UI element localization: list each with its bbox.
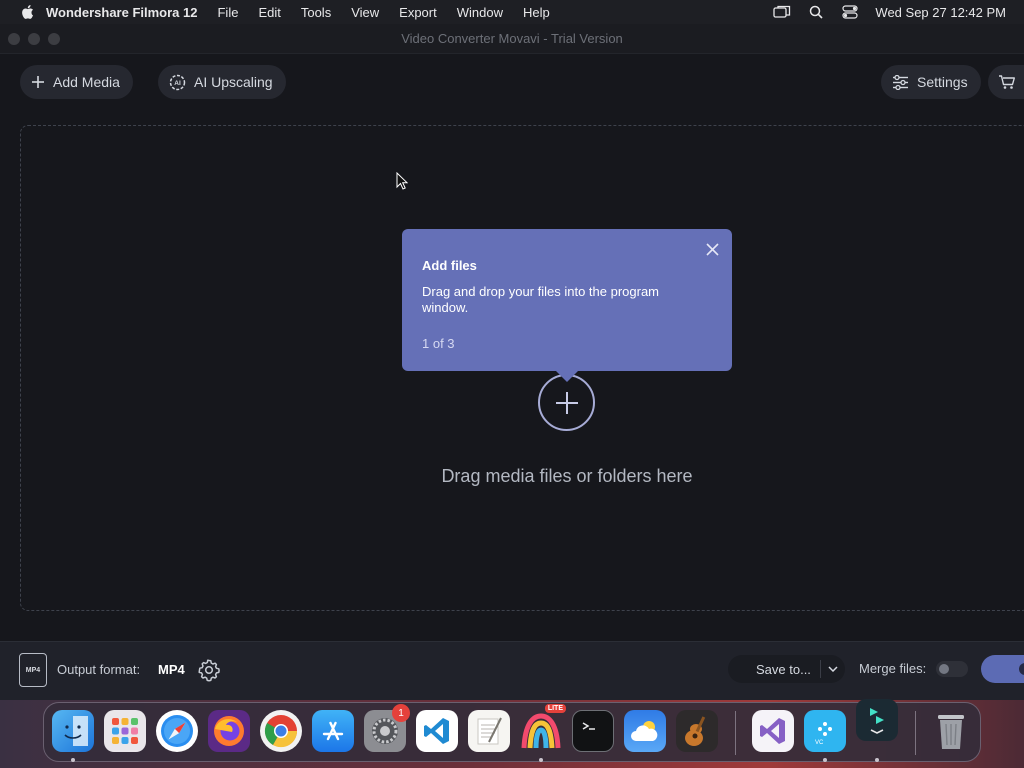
finder-running-dot [71,758,75,762]
vc-app-icon[interactable]: VC [804,710,846,752]
settings-label: Settings [917,74,968,90]
add-media-label: Add Media [53,74,120,90]
vscode-icon[interactable] [416,710,458,752]
dock-separator [735,711,736,755]
drop-zone-text: Drag media files or folders here [441,466,693,486]
ai-chip-icon: AI [169,74,186,90]
trash-icon[interactable] [930,710,972,752]
pixelmator-icon[interactable]: LITE [520,704,566,752]
tooltip-close-icon[interactable] [704,241,720,257]
safari-icon[interactable] [156,710,198,752]
plus-icon [32,76,44,88]
dock-separator [915,711,916,755]
menu-app-name[interactable]: Wondershare Filmora 12 [46,5,197,20]
save-to-label: Save to... [756,661,811,677]
launchpad-icon[interactable] [104,710,146,752]
visual-studio-icon[interactable] [752,710,794,752]
chevron-down-icon[interactable] [821,666,845,672]
menu-tools[interactable]: Tools [301,5,331,20]
output-settings-gear-icon[interactable] [197,658,221,682]
chrome-icon[interactable] [260,710,302,752]
svg-text:AI: AI [174,80,181,87]
control-center-icon[interactable] [841,5,859,19]
save-to-dropdown[interactable]: Save to... [728,655,845,683]
menu-window[interactable]: Window [457,5,503,20]
bottom-bar: MP4 Output format: MP4 Save to... Merge … [0,641,1024,700]
app-window: Video Converter Movavi - Trial Version A… [0,24,1024,700]
ai-upscaling-label: AI Upscaling [194,74,273,90]
output-format-value[interactable]: MP4 [158,662,185,677]
screen-mirroring-icon[interactable] [773,5,791,19]
tooltip-step-counter: 1 of 3 [422,336,455,351]
vc-running-dot [823,758,827,762]
convert-icon [1019,663,1024,675]
toggle-knob [939,664,949,674]
system-settings-icon[interactable]: 1 [364,704,410,752]
title-bar: Video Converter Movavi - Trial Version [0,24,1024,54]
plus-icon [555,391,578,414]
cart-icon [999,75,1015,89]
firefox-icon[interactable] [208,710,250,752]
merge-files-toggle[interactable] [936,661,968,677]
notification-badge: 1 [392,704,410,722]
terminal-icon[interactable] [572,710,614,752]
menu-bar: Wondershare Filmora 12 File Edit Tools V… [0,0,1024,24]
mp4-format-icon[interactable]: MP4 [19,653,47,687]
sliders-icon [893,74,908,90]
settings-button[interactable]: Settings [881,65,981,99]
output-format-label: Output format: [57,662,141,677]
add-files-plus-button[interactable] [538,374,595,431]
menu-file[interactable]: File [217,5,238,20]
menu-clock[interactable]: Wed Sep 27 12:42 PM [875,5,1006,20]
menu-export[interactable]: Export [399,5,437,20]
textedit-icon[interactable] [468,710,510,752]
convert-button[interactable] [981,655,1024,683]
tooltip-body: Drag and drop your files into the progra… [422,284,660,315]
app-store-icon[interactable] [312,710,354,752]
cart-button[interactable] [988,65,1024,99]
window-title: Video Converter Movavi - Trial Version [401,31,623,46]
filmora-running-dot [875,758,879,762]
ai-upscaling-button[interactable]: AI AI Upscaling [158,65,286,99]
finder-icon[interactable] [52,710,94,752]
onboarding-tooltip: Add files Drag and drop your files into … [402,229,732,371]
menu-help[interactable]: Help [523,5,550,20]
garageband-icon[interactable] [676,710,718,752]
pixelmator-running-dot [539,758,543,762]
svg-text:VC: VC [815,740,824,746]
mouse-cursor-icon [396,172,408,190]
merge-files-label: Merge files: [859,661,927,676]
apple-menu-icon[interactable] [20,4,34,20]
menu-view[interactable]: View [351,5,379,20]
filmora-icon[interactable] [856,699,898,741]
lite-badge: LITE [544,704,566,713]
dock: 1 LITE VC [43,699,981,762]
tooltip-title: Add files [422,258,477,273]
add-media-button[interactable]: Add Media [20,65,133,99]
weather-icon[interactable] [624,710,666,752]
spotlight-search-icon[interactable] [807,5,825,19]
tooltip-pointer [555,370,579,382]
menu-edit[interactable]: Edit [258,5,280,20]
